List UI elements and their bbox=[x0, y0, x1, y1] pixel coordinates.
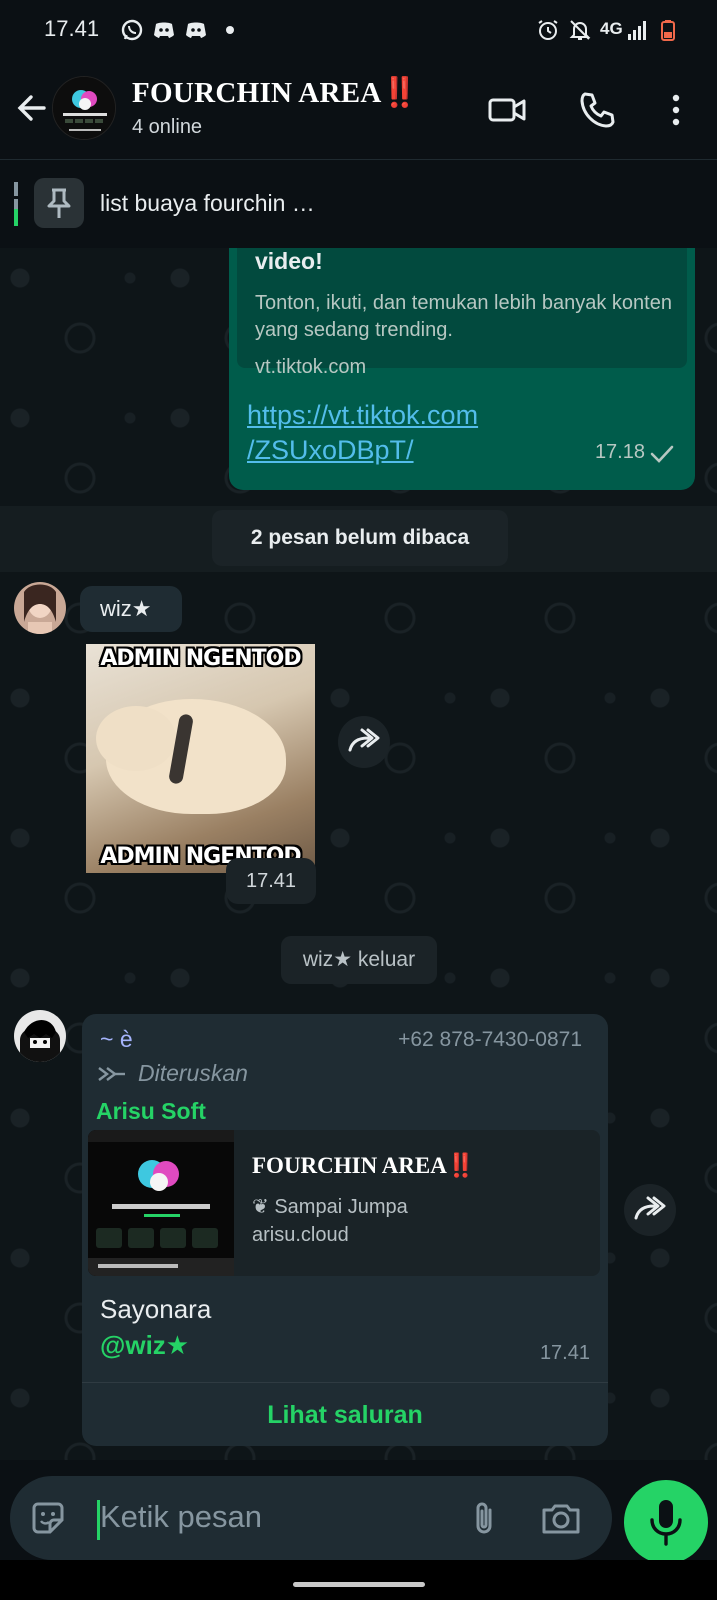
channel-title-text: FOURCHIN AREA bbox=[252, 1153, 447, 1178]
forward-button-2[interactable] bbox=[624, 1184, 676, 1236]
alarm-icon bbox=[538, 20, 558, 40]
home-handle[interactable] bbox=[293, 1582, 425, 1587]
sender-name[interactable]: wiz★ bbox=[80, 586, 182, 632]
channel-thumbnail-image bbox=[88, 1130, 234, 1276]
message-time: 17.41 bbox=[539, 1342, 590, 1364]
forward-icon bbox=[348, 728, 380, 752]
channel-title-emoji: ‼️ bbox=[446, 1153, 476, 1178]
sticker-icon[interactable] bbox=[28, 1498, 68, 1538]
link-line-1: https://vt.tiktok.com bbox=[247, 400, 479, 430]
link-line-2: /ZSUxoDBpT/ bbox=[247, 435, 414, 465]
input-placeholder: Ketik pesan bbox=[100, 1499, 262, 1534]
sender-phone[interactable]: +62 878-7430-0871 bbox=[398, 1028, 582, 1052]
sender-avatar-2[interactable] bbox=[14, 1010, 66, 1062]
battery-low-icon bbox=[661, 20, 675, 41]
message-input[interactable]: Ketik pesan bbox=[10, 1476, 612, 1560]
message-text: Sayonara bbox=[100, 1294, 212, 1324]
forwarded-label: Diteruskan bbox=[138, 1060, 248, 1086]
avatar-photo-2 bbox=[14, 1010, 66, 1062]
subtitle-emoji: ❦ bbox=[252, 1196, 269, 1218]
forwarded-label-row: Diteruskan bbox=[96, 1060, 248, 1090]
pin-indicator-active bbox=[14, 209, 18, 226]
pinned-message-bar[interactable]: list buaya fourchin … bbox=[0, 160, 717, 248]
sticker-caption-top: ADMIN NGENTOD bbox=[100, 646, 301, 671]
channel-subtitle: ❦ Sampai Jumpa bbox=[252, 1194, 408, 1219]
status-time: 17.41 bbox=[44, 16, 100, 41]
chat-header: FOURCHIN AREA‼️ 4 online bbox=[0, 58, 717, 160]
system-notice: wiz★ keluar bbox=[281, 936, 437, 984]
channel-source[interactable]: Arisu Soft bbox=[96, 1098, 206, 1125]
group-avatar[interactable] bbox=[52, 76, 116, 140]
unread-banner: 2 pesan belum dibaca bbox=[0, 506, 717, 572]
preview-title: video! bbox=[255, 248, 323, 274]
sender-avatar[interactable] bbox=[14, 582, 66, 634]
channel-thumbnail bbox=[88, 1130, 234, 1276]
mention[interactable]: @wiz★ bbox=[100, 1330, 189, 1361]
sent-check-icon bbox=[650, 445, 674, 463]
back-arrow-icon[interactable] bbox=[12, 88, 52, 128]
group-name[interactable]: FOURCHIN AREA‼️ bbox=[132, 76, 418, 110]
pin-icon-box bbox=[34, 178, 84, 228]
message-composer: Ketik pesan bbox=[0, 1460, 717, 1564]
channel-host: arisu.cloud bbox=[252, 1224, 349, 1246]
message-link[interactable]: https://vt.tiktok.com /ZSUxoDBpT/ bbox=[247, 398, 547, 468]
view-channel-button[interactable]: Lihat saluran bbox=[82, 1384, 608, 1446]
status-bar: 17.41 4G bbox=[0, 0, 717, 58]
sticker-image[interactable]: ADMIN NGENTOD ADMIN NGENTOD bbox=[86, 644, 315, 873]
link-preview[interactable]: video! Tonton, ikuti, dan temukan lebih … bbox=[237, 248, 687, 378]
signal-icon bbox=[628, 21, 646, 40]
network-type: 4G bbox=[600, 19, 623, 38]
message-time: 17.18 bbox=[594, 441, 645, 463]
forwarded-icon bbox=[98, 1067, 125, 1081]
bell-off-icon bbox=[569, 20, 591, 40]
channel-title: FOURCHIN AREA‼️ bbox=[252, 1152, 476, 1179]
system-nav-bar bbox=[0, 1560, 717, 1600]
discord-icon bbox=[154, 22, 174, 38]
online-count: 4 online bbox=[132, 116, 203, 138]
sticker-dog-head bbox=[96, 706, 176, 771]
forward-button[interactable] bbox=[338, 716, 390, 768]
attach-icon[interactable] bbox=[464, 1498, 504, 1538]
preview-description: Tonton, ikuti, dan temukan lebih banyak … bbox=[255, 292, 672, 341]
video-call-icon[interactable] bbox=[486, 88, 530, 132]
forward-icon-2 bbox=[634, 1196, 666, 1220]
incoming-forwarded-message[interactable]: ~ è +62 878-7430-0871 Diteruskan Arisu S… bbox=[82, 1014, 608, 1446]
unread-count-label: 2 pesan belum dibaca bbox=[212, 510, 508, 566]
more-options-icon[interactable] bbox=[654, 88, 698, 132]
divider bbox=[82, 1382, 608, 1383]
sticker-time: 17.41 bbox=[226, 858, 316, 904]
voice-record-button[interactable] bbox=[624, 1480, 708, 1564]
group-name-text: FOURCHIN AREA bbox=[132, 77, 382, 109]
discord-icon-2 bbox=[186, 22, 206, 38]
chat-messages[interactable]: video! Tonton, ikuti, dan temukan lebih … bbox=[0, 248, 717, 1460]
group-name-emoji: ‼️ bbox=[381, 77, 419, 109]
channel-preview-card[interactable]: FOURCHIN AREA‼️ ❦ Sampai Jumpa arisu.clo… bbox=[88, 1130, 600, 1276]
phone-call-icon[interactable] bbox=[576, 88, 620, 132]
whatsapp-icon bbox=[121, 19, 143, 41]
pinned-text: list buaya fourchin … bbox=[100, 190, 315, 216]
avatar-photo bbox=[14, 582, 66, 634]
sender-name[interactable]: ~ è bbox=[100, 1026, 133, 1053]
group-logo-icon bbox=[53, 77, 115, 139]
subtitle-text: Sampai Jumpa bbox=[274, 1196, 408, 1218]
outgoing-message[interactable]: video! Tonton, ikuti, dan temukan lebih … bbox=[229, 248, 695, 490]
preview-host: vt.tiktok.com bbox=[255, 356, 367, 378]
camera-icon[interactable] bbox=[540, 1498, 582, 1538]
dot-icon bbox=[226, 26, 234, 34]
pin-icon bbox=[47, 188, 71, 218]
mic-icon bbox=[650, 1500, 682, 1546]
